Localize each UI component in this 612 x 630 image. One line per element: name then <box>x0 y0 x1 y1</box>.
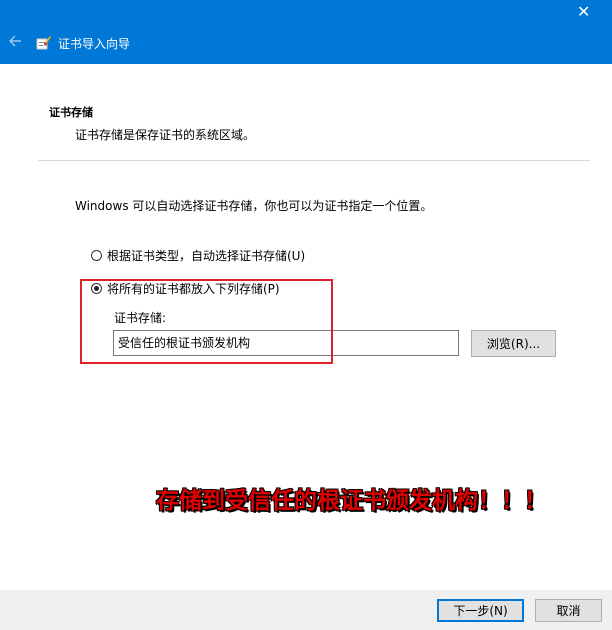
intro-text: Windows 可以自动选择证书存储，你也可以为证书指定一个位置。 <box>75 199 433 213</box>
highlight-box <box>80 279 333 364</box>
radio-auto-select[interactable]: 根据证书类型，自动选择证书存储(U) <box>91 247 305 263</box>
page-description: 证书存储是保存证书的系统区域。 <box>75 128 256 142</box>
certificate-wizard-icon <box>36 35 52 50</box>
radio-auto-select-label: 根据证书类型，自动选择证书存储(U) <box>107 248 306 263</box>
cancel-button[interactable]: 取消 <box>535 599 602 622</box>
radio-auto-select-circle[interactable] <box>91 249 102 261</box>
annotation-text: 存储到受信任的根证书颁发机构！！！ <box>156 488 547 514</box>
title-bar: 证书导入向导 ✕ <box>0 0 612 64</box>
next-button[interactable]: 下一步(N) <box>437 599 524 622</box>
window-title: 证书导入向导 <box>58 37 131 51</box>
header-divider <box>38 160 590 161</box>
close-icon[interactable]: ✕ <box>577 4 590 20</box>
back-arrow-icon[interactable] <box>8 34 22 48</box>
page-title: 证书存储 <box>49 106 93 119</box>
browse-button[interactable]: 浏览(R)... <box>471 330 556 357</box>
